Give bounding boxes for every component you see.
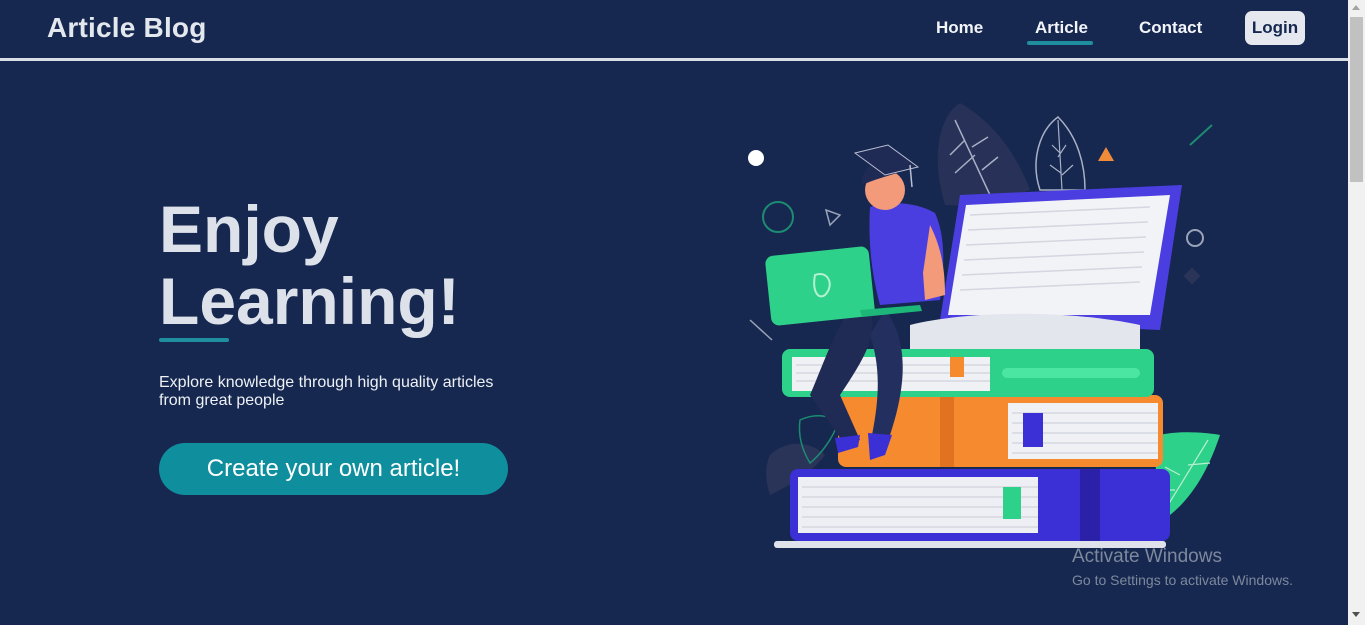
active-nav-indicator	[1027, 41, 1093, 45]
activate-windows-subtitle: Go to Settings to activate Windows.	[1072, 572, 1293, 588]
activate-windows-title: Activate Windows	[1072, 546, 1222, 567]
hero-title-line2: Learning!	[159, 264, 460, 338]
scroll-up-arrow-icon[interactable]	[1352, 5, 1360, 10]
dot-shape	[748, 150, 764, 166]
navbar: Article Blog Home Article Contact Login	[0, 0, 1348, 61]
login-button[interactable]: Login	[1245, 11, 1305, 45]
vertical-scrollbar[interactable]	[1348, 0, 1365, 625]
nav-link-contact[interactable]: Contact	[1139, 18, 1202, 38]
page: Article Blog Home Article Contact Login …	[0, 0, 1365, 625]
scroll-thumb[interactable]	[1350, 17, 1363, 182]
hero-subtitle: Explore knowledge through high quality a…	[159, 374, 494, 409]
nav-link-home[interactable]: Home	[936, 18, 983, 38]
brand-logo[interactable]: Article Blog	[47, 12, 207, 44]
hero-title: Enjoy Learning!	[159, 193, 460, 337]
hero-title-line1: Enjoy	[159, 192, 339, 266]
leaf-icon	[937, 103, 1086, 206]
hero-title-underline	[159, 338, 229, 342]
create-article-button[interactable]: Create your own article!	[159, 443, 508, 495]
nav-link-article[interactable]: Article	[1035, 18, 1088, 38]
student-reading-illustration	[748, 103, 1220, 548]
scroll-down-arrow-icon[interactable]	[1352, 612, 1360, 617]
